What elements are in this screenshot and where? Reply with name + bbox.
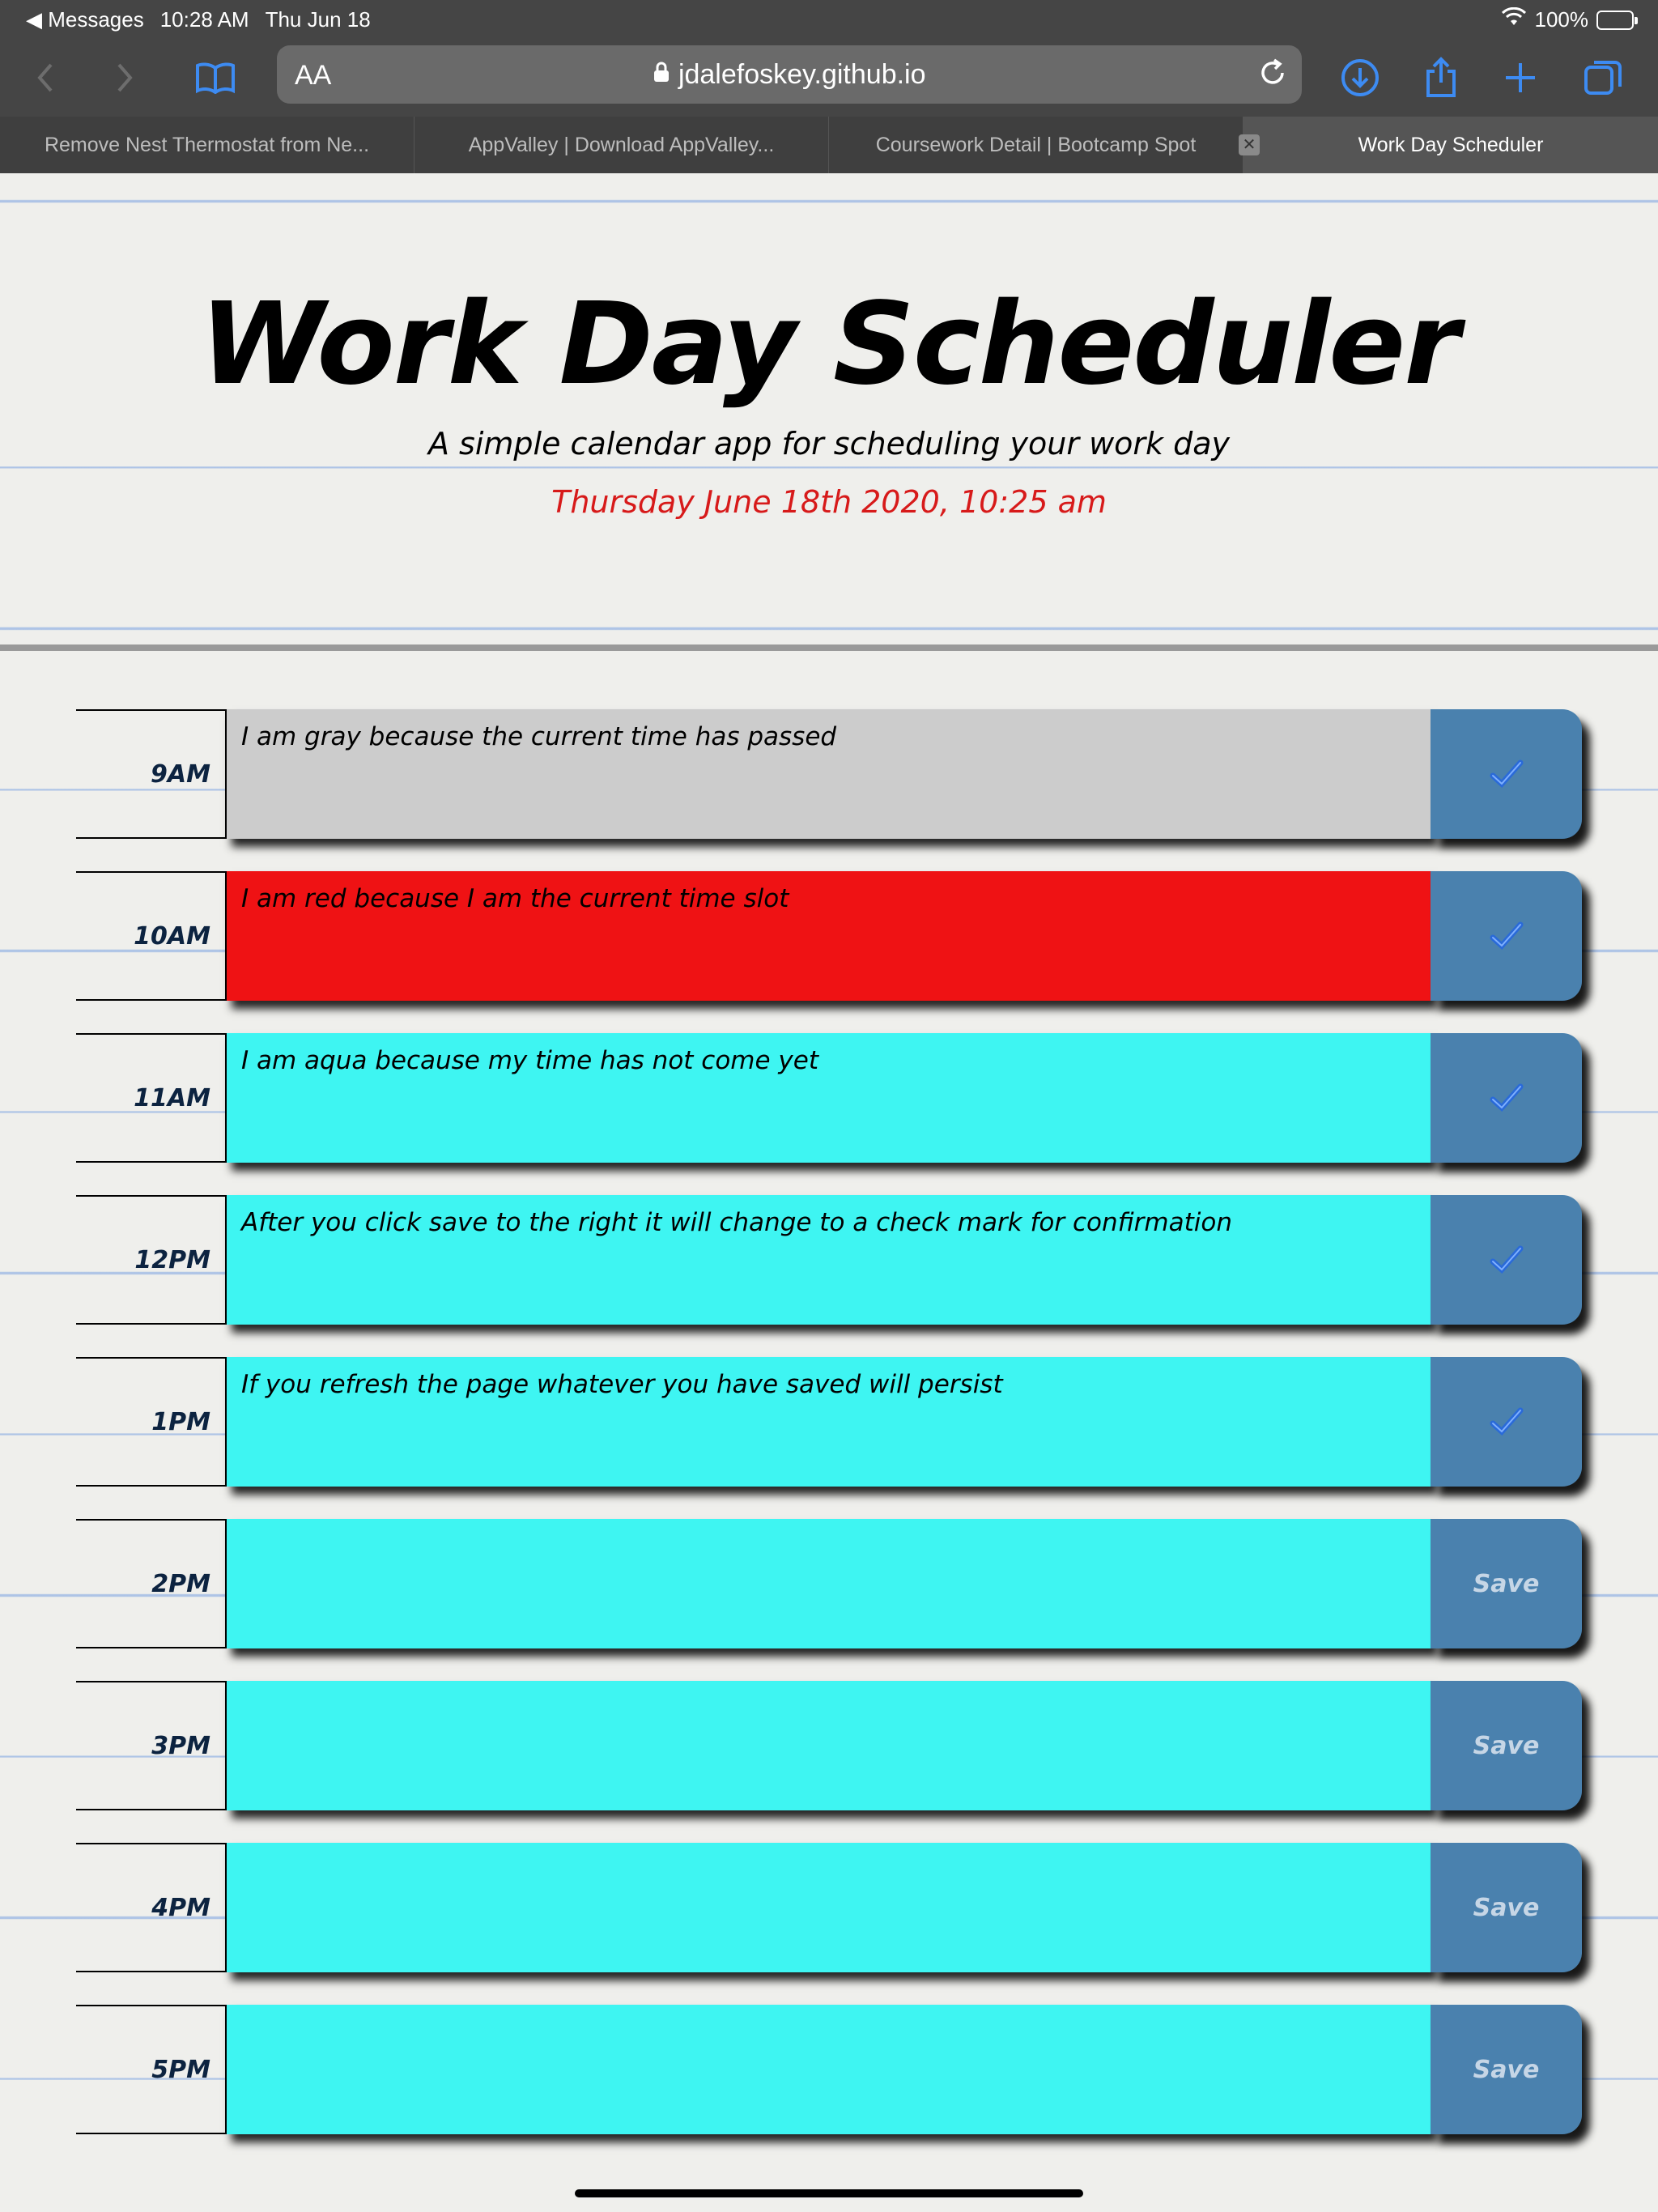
check-mark-icon xyxy=(1490,1407,1523,1436)
back-to-app-link[interactable]: ◀ Messages xyxy=(26,7,144,32)
browser-toolbar: AA jdalefoskey.github.io xyxy=(0,39,1658,117)
save-button[interactable]: Save xyxy=(1431,1681,1582,1810)
time-block-row: 9AM I am gray because the current time ha… xyxy=(76,709,1582,839)
scheduler-page: Work Day Scheduler A simple calendar app… xyxy=(0,173,1658,2212)
time-block-row: 2PM Save xyxy=(76,1519,1582,1648)
url-text: jdalefoskey.github.io xyxy=(678,59,926,90)
saved-check-button[interactable] xyxy=(1431,1195,1582,1325)
page-title: Work Day Scheduler xyxy=(199,279,1460,410)
time-block-row: 12PM After you click save to the right it… xyxy=(76,1195,1582,1325)
saved-check-button[interactable] xyxy=(1431,1357,1582,1487)
hour-label: 9AM xyxy=(76,709,227,839)
saved-check-button[interactable] xyxy=(1431,871,1582,1001)
tab-coursework-detail[interactable]: Coursework Detail | Bootcamp Spot xyxy=(829,117,1244,173)
event-description-input[interactable]: After you click save to the right it wil… xyxy=(227,1195,1433,1325)
saved-check-button[interactable] xyxy=(1431,1033,1582,1163)
hour-label: 3PM xyxy=(76,1681,227,1810)
event-description-input[interactable] xyxy=(227,1681,1433,1810)
close-tab-icon[interactable]: ✕ xyxy=(1239,134,1260,155)
time-block-row: 1PM If you refresh the page whatever you … xyxy=(76,1357,1582,1487)
time-block-row: 4PM Save xyxy=(76,1843,1582,1972)
tab-work-day-scheduler[interactable]: ✕ Work Day Scheduler xyxy=(1239,117,1658,173)
tab-label: Coursework Detail | Bootcamp Spot xyxy=(875,133,1197,156)
hour-label: 11AM xyxy=(76,1033,227,1163)
status-bar: ◀ Messages 10:28 AM Thu Jun 18 100% xyxy=(0,0,1658,39)
check-mark-icon xyxy=(1490,759,1523,788)
current-day: Thursday June 18th 2020, 10:25 am xyxy=(551,484,1107,520)
battery-icon xyxy=(1596,10,1638,30)
address-bar[interactable]: AA jdalefoskey.github.io xyxy=(277,45,1302,104)
status-date: Thu Jun 18 xyxy=(265,7,371,32)
hour-label: 12PM xyxy=(76,1195,227,1325)
hour-label: 5PM xyxy=(76,2005,227,2134)
status-time: 10:28 AM xyxy=(159,7,249,32)
time-block-row: 5PM Save xyxy=(76,2005,1582,2134)
tab-label: Remove Nest Thermostat from Ne... xyxy=(44,133,370,156)
save-button[interactable]: Save xyxy=(1431,2005,1582,2134)
share-icon[interactable] xyxy=(1418,55,1464,100)
save-button[interactable]: Save xyxy=(1431,1843,1582,1972)
back-app-label: Messages xyxy=(48,7,144,32)
home-indicator[interactable] xyxy=(575,2189,1083,2197)
page-subtitle: A simple calendar app for scheduling you… xyxy=(427,426,1231,462)
event-description-input[interactable]: I am red because I am the current time s… xyxy=(227,871,1433,1001)
check-mark-icon xyxy=(1490,1083,1523,1112)
hour-label: 1PM xyxy=(76,1357,227,1487)
reload-icon[interactable] xyxy=(1255,55,1290,95)
saved-check-button[interactable] xyxy=(1431,709,1582,839)
forward-icon[interactable] xyxy=(102,55,147,100)
hour-label: 4PM xyxy=(76,1843,227,1972)
tab-label: AppValley | Download AppValley... xyxy=(468,133,775,156)
tab-appvalley[interactable]: AppValley | Download AppValley... xyxy=(414,117,829,173)
time-block-row: 11AM I am aqua because my time has not co… xyxy=(76,1033,1582,1163)
bookmarks-icon[interactable] xyxy=(193,55,238,100)
tab-label: Work Day Scheduler xyxy=(1358,133,1544,156)
time-block-row: 3PM Save xyxy=(76,1681,1582,1810)
event-description-input[interactable]: I am gray because the current time has p… xyxy=(227,709,1433,839)
wifi-icon xyxy=(1501,6,1527,32)
event-description-input[interactable]: If you refresh the page whatever you hav… xyxy=(227,1357,1433,1487)
event-description-input[interactable] xyxy=(227,1843,1433,1972)
time-block-row: 10AM I am red because I am the current ti… xyxy=(76,871,1582,1001)
battery-percent: 100% xyxy=(1534,7,1589,32)
hour-label: 10AM xyxy=(76,871,227,1001)
tab-nest-thermostat[interactable]: Remove Nest Thermostat from Ne... xyxy=(0,117,414,173)
hour-label: 2PM xyxy=(76,1519,227,1648)
tab-strip: Remove Nest Thermostat from Ne... AppVal… xyxy=(0,117,1658,173)
check-mark-icon xyxy=(1490,1245,1523,1274)
lock-icon xyxy=(653,59,678,90)
jumbotron-header: Work Day Scheduler A simple calendar app… xyxy=(0,173,1658,651)
event-description-input[interactable] xyxy=(227,2005,1433,2134)
save-button[interactable]: Save xyxy=(1431,1519,1582,1648)
event-description-input[interactable]: I am aqua because my time has not come y… xyxy=(227,1033,1433,1163)
tabs-overview-icon[interactable] xyxy=(1580,55,1626,100)
check-mark-icon xyxy=(1490,921,1523,950)
downloads-icon[interactable] xyxy=(1337,55,1383,100)
new-tab-icon[interactable] xyxy=(1498,55,1543,100)
event-description-input[interactable] xyxy=(227,1519,1433,1648)
back-icon[interactable] xyxy=(23,55,68,100)
